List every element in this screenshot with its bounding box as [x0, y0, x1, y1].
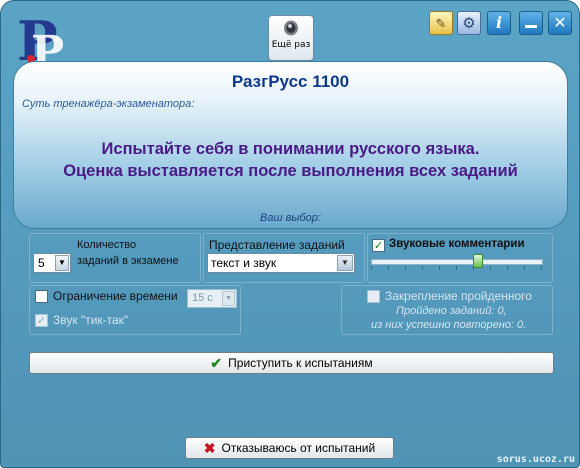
settings-button[interactable]: ⚙ [457, 11, 481, 35]
presentation-select[interactable]: текст и звук ▼ [207, 253, 355, 273]
task-count-label-1: Количество [77, 239, 137, 251]
repeat-button[interactable]: Ещё раз [268, 15, 314, 61]
task-count-value: 5 [38, 256, 45, 270]
consolidation-label: Закрепление пройденного [385, 289, 532, 303]
tick-tock-checkbox[interactable]: ✓ [35, 314, 48, 327]
tagline: Испытайте себя в понимании русского язык… [14, 138, 567, 182]
checkmark-icon: ✓ [373, 239, 384, 252]
chevron-down-icon: ▼ [55, 255, 69, 271]
choice-label: Ваш выбор: [260, 212, 321, 224]
app-window: PP Ещё раз ✎ ⚙ i ✕ РазгРусс 1100 Суть тр… [0, 0, 580, 468]
app-title: РазгРусс 1100 [231, 72, 350, 91]
description-panel: РазгРусс 1100 Суть тренажёра-экзаменатор… [13, 61, 568, 229]
subtitle: Суть тренажёра-экзаменатора: [22, 98, 195, 110]
presentation-label: Представление заданий [209, 238, 345, 252]
task-count-label-2: заданий в экзамене [77, 255, 179, 267]
time-limit-select[interactable]: 15 с ▼ [187, 289, 237, 308]
chevron-down-icon: ▼ [222, 291, 235, 306]
tagline-line-2: Оценка выставляется после выполнения все… [63, 162, 518, 180]
start-button[interactable]: ✔ Приступить к испытаниям [29, 352, 554, 374]
refuse-button[interactable]: ✖ Отказываюсь от испытаний [185, 437, 394, 459]
refuse-button-label: Отказываюсь от испытаний [221, 441, 376, 455]
passed-count: Пройдено заданий: 0, [396, 305, 507, 317]
tagline-line-1: Испытайте себя в понимании русского язык… [101, 140, 480, 158]
time-limit-checkbox[interactable] [35, 290, 48, 303]
sound-comments-label: Звуковые комментарии [389, 238, 525, 250]
presentation-value: текст и звук [211, 256, 277, 270]
minimize-icon [525, 25, 537, 28]
info-button[interactable]: i [487, 11, 511, 35]
cross-icon: ✖ [203, 440, 216, 456]
notes-button[interactable]: ✎ [429, 11, 453, 35]
time-limit-label: Ограничение времени [53, 289, 178, 303]
gear-icon: ⚙ [462, 14, 476, 32]
close-icon: ✕ [553, 13, 567, 32]
chevron-down-icon: ▼ [337, 255, 353, 271]
footer-url: sorus.ucoz.ru [496, 454, 575, 465]
notes-icon: ✎ [435, 17, 447, 32]
consolidation-checkbox[interactable] [367, 290, 380, 303]
speaker-icon [284, 20, 298, 36]
task-count-select[interactable]: 5 ▼ [33, 253, 71, 273]
sound-level-slider[interactable] [371, 254, 543, 270]
slider-track [371, 259, 543, 265]
minimize-button[interactable] [519, 11, 543, 35]
info-icon: i [495, 13, 503, 32]
slider-ticks [371, 266, 543, 270]
tick-tock-label: Звук "тик-так" [53, 313, 129, 327]
checkmark-icon: ✓ [36, 314, 47, 327]
slider-thumb[interactable] [473, 254, 483, 268]
repeat-button-label: Ещё раз [271, 40, 311, 50]
repeated-count: из них успешно повторено: 0. [371, 319, 527, 331]
close-button[interactable]: ✕ [548, 11, 572, 35]
start-button-label: Приступить к испытаниям [228, 356, 373, 370]
checkmark-icon: ✔ [210, 355, 223, 371]
time-limit-value: 15 с [192, 292, 213, 304]
sound-comments-checkbox[interactable]: ✓ [372, 239, 385, 252]
